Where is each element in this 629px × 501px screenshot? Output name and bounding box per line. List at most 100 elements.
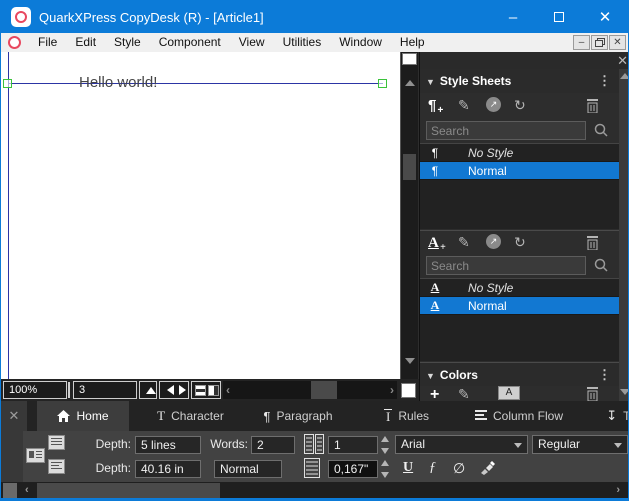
- vertical-scroll-thumb[interactable]: [403, 154, 416, 180]
- list-item[interactable]: ¶ Normal: [420, 162, 619, 180]
- splitter-handle[interactable]: [68, 382, 70, 398]
- doc-restore-button[interactable]: [591, 35, 608, 50]
- update-style-icon[interactable]: ↗: [486, 234, 501, 249]
- new-color-icon[interactable]: +: [430, 386, 439, 401]
- view-mode-buttons[interactable]: [191, 381, 221, 399]
- scroll-up-icon[interactable]: [405, 80, 415, 86]
- new-character-style-icon[interactable]: A+: [428, 235, 439, 251]
- applied-style-field[interactable]: Normal: [214, 460, 282, 478]
- wysiwyg-view-icon[interactable]: [208, 385, 219, 396]
- delete-style-icon[interactable]: [586, 236, 599, 250]
- page-nav-buttons[interactable]: [159, 381, 189, 399]
- menu-window[interactable]: Window: [330, 33, 391, 52]
- depth-inches-field[interactable]: 40.16 in: [135, 460, 201, 478]
- document-horizontal-scrollbar[interactable]: ‹ ›: [223, 381, 397, 399]
- new-paragraph-style-icon[interactable]: ¶+: [428, 97, 436, 114]
- document-canvas[interactable]: Hello world!: [1, 52, 400, 379]
- list-item[interactable]: A No Style: [420, 279, 619, 297]
- horizontal-scroll-thumb[interactable]: [37, 483, 220, 498]
- menu-file[interactable]: File: [29, 33, 66, 52]
- font-style-select[interactable]: Regular: [532, 435, 628, 454]
- tab-tabs[interactable]: ↧ Ta: [601, 401, 629, 431]
- palette-scroll-up-icon[interactable]: [620, 73, 629, 79]
- list-item[interactable]: ¶ No Style: [420, 144, 619, 162]
- scrollbar-split-box[interactable]: [402, 53, 417, 65]
- selection-handle-left[interactable]: [3, 79, 12, 88]
- palette-scroll-down-icon[interactable]: [620, 389, 629, 395]
- list-item[interactable]: A Normal: [420, 297, 619, 315]
- style-sheets-menu-icon[interactable]: ⋮: [598, 69, 611, 93]
- style-sheets-section-header[interactable]: ▼Style Sheets ⋮: [420, 69, 619, 93]
- article-text[interactable]: Hello world!: [79, 74, 157, 91]
- selection-handle-right[interactable]: [378, 79, 387, 88]
- tab-home[interactable]: Home: [37, 401, 129, 431]
- text-lines-icon[interactable]: [48, 435, 65, 450]
- paragraph-search-input[interactable]: [426, 121, 586, 140]
- tabbar-close-icon[interactable]: ✕: [1, 401, 27, 431]
- delete-color-icon[interactable]: [586, 387, 599, 401]
- search-icon[interactable]: [594, 123, 608, 137]
- font-family-select[interactable]: Arial: [395, 435, 528, 454]
- menu-utilities[interactable]: Utilities: [274, 33, 331, 52]
- menu-edit[interactable]: Edit: [66, 33, 105, 52]
- column-stepper[interactable]: [381, 435, 391, 455]
- collapse-triangle-icon[interactable]: ▼: [426, 371, 435, 381]
- text-color-button[interactable]: A: [498, 386, 520, 400]
- collapse-triangle-icon[interactable]: ▼: [426, 77, 435, 87]
- edit-style-icon[interactable]: ✎: [458, 97, 470, 114]
- bottom-horizontal-scrollbar[interactable]: ‹ ›: [1, 482, 628, 499]
- palette-scrollbar[interactable]: [619, 69, 629, 401]
- refresh-style-icon[interactable]: ↻: [514, 97, 526, 114]
- colors-section-header[interactable]: ▼Colors ⋮: [420, 362, 619, 386]
- menu-help[interactable]: Help: [391, 33, 434, 52]
- text-depth-icon[interactable]: [48, 459, 65, 474]
- font-features-button[interactable]: ƒ: [429, 460, 436, 476]
- zoom-level-field[interactable]: 100%: [3, 381, 67, 399]
- page-number-field[interactable]: 3: [73, 381, 137, 399]
- page-up-button[interactable]: [139, 381, 157, 399]
- doc-minimize-button[interactable]: –: [573, 35, 590, 50]
- gutter-width-field[interactable]: 0,167": [328, 460, 378, 478]
- menu-component[interactable]: Component: [150, 33, 230, 52]
- tab-paragraph[interactable]: ¶ Paragraph: [253, 401, 343, 431]
- tab-column-flow[interactable]: Column Flow: [469, 401, 569, 431]
- scroll-right-icon[interactable]: ›: [616, 484, 620, 496]
- palette-close-icon[interactable]: ✕: [617, 53, 628, 69]
- delete-style-icon[interactable]: [586, 99, 599, 113]
- scroll-down-icon[interactable]: [405, 358, 415, 364]
- gutter-stepper[interactable]: [381, 459, 391, 479]
- doc-close-button[interactable]: ✕: [609, 35, 626, 50]
- tab-rules[interactable]: I Rules: [374, 401, 439, 431]
- update-style-icon[interactable]: ↗: [486, 97, 501, 112]
- prev-page-icon[interactable]: [167, 385, 174, 395]
- depth-lines-field[interactable]: 5 lines: [135, 436, 201, 454]
- edit-color-icon[interactable]: ✎: [458, 386, 470, 401]
- underline-button[interactable]: U: [403, 460, 413, 476]
- no-break-button[interactable]: ∅: [453, 460, 465, 477]
- resize-corner[interactable]: [3, 483, 17, 498]
- search-icon[interactable]: [594, 258, 608, 272]
- galley-view-icon[interactable]: [195, 385, 206, 396]
- menu-view[interactable]: View: [230, 33, 274, 52]
- up-triangle-icon: [146, 387, 156, 394]
- column-count-field[interactable]: 1: [328, 436, 378, 454]
- scroll-right-icon[interactable]: ›: [390, 383, 394, 397]
- words-count-field[interactable]: 2: [251, 436, 295, 454]
- next-page-icon[interactable]: [179, 385, 186, 395]
- scroll-left-icon[interactable]: ‹: [25, 484, 29, 496]
- horizontal-scroll-thumb[interactable]: [311, 381, 337, 399]
- maximize-button[interactable]: [536, 1, 582, 33]
- colors-menu-icon[interactable]: ⋮: [598, 363, 611, 387]
- component-icon[interactable]: [26, 448, 45, 463]
- page-grabber[interactable]: [401, 383, 416, 398]
- edit-style-icon[interactable]: ✎: [458, 234, 470, 251]
- tab-character[interactable]: T Character: [143, 401, 238, 431]
- marker-brush-icon[interactable]: [479, 460, 495, 475]
- close-button[interactable]: ✕: [582, 1, 628, 33]
- scroll-left-icon[interactable]: ‹: [226, 383, 230, 397]
- document-vertical-scrollbar[interactable]: [400, 52, 418, 379]
- refresh-style-icon[interactable]: ↻: [514, 234, 526, 251]
- menu-style[interactable]: Style: [105, 33, 150, 52]
- character-search-input[interactable]: [426, 256, 586, 275]
- minimize-button[interactable]: –: [490, 1, 536, 33]
